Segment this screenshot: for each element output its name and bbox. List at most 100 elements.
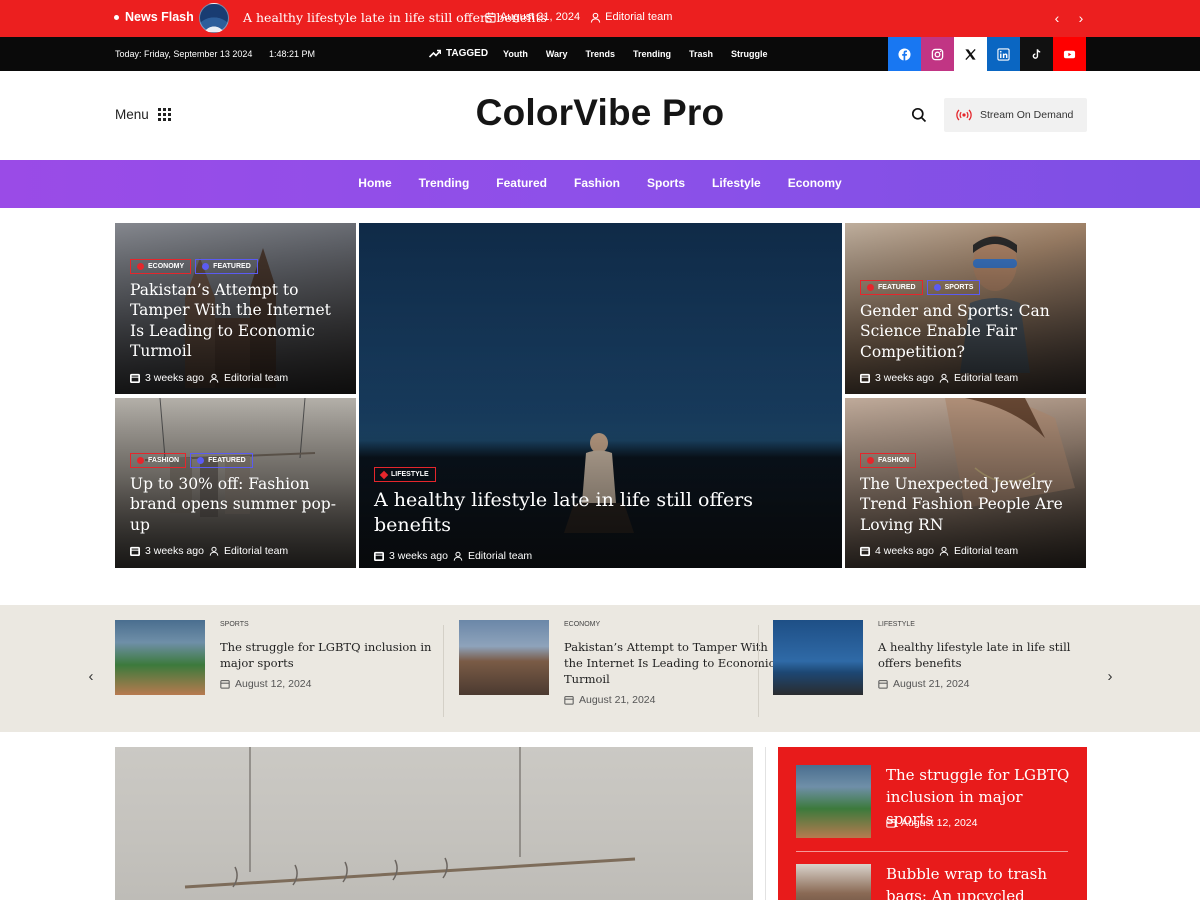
slider-item[interactable]: SPORTS The struggle for LGBTQ inclusion … [115, 620, 435, 720]
baseball-thumbnail[interactable] [796, 765, 871, 838]
slider-next-button[interactable]: › [1102, 665, 1118, 689]
calendar-icon [886, 819, 896, 828]
side-post-item[interactable]: Bubble wrap to trash bags: An upcycled f… [796, 864, 1076, 900]
calendar-icon [860, 374, 870, 384]
stream-on-demand-button[interactable]: Stream On Demand [944, 98, 1087, 132]
youtube-link[interactable] [1053, 37, 1086, 71]
nav-item-lifestyle[interactable]: Lifestyle [712, 176, 761, 190]
hero-card-fashion[interactable]: FASHION FEATURED Up to 30% off: Fashion … [115, 398, 356, 568]
slider-item[interactable]: ECONOMY Pakistan’s Attempt to Tamper Wit… [459, 620, 779, 720]
user-icon [453, 551, 463, 561]
nav-item-featured[interactable]: Featured [496, 176, 547, 190]
calendar-icon [130, 373, 140, 383]
x-icon [965, 48, 976, 60]
column-divider [765, 747, 766, 900]
tag-link[interactable]: Trending [633, 49, 671, 59]
fashion-thumbnail[interactable] [796, 864, 871, 900]
slider-date-text: August 12, 2024 [235, 678, 312, 690]
tag-link[interactable]: Trash [689, 49, 713, 59]
slider-title[interactable]: Pakistan’s Attempt to Tamper With the In… [564, 639, 779, 687]
tagged-label-text: TAGGED [446, 48, 489, 59]
category-badge[interactable]: FASHION [130, 453, 187, 468]
lifestyle-thumbnail[interactable] [773, 620, 863, 695]
category-badge[interactable]: SPORTS [926, 280, 981, 295]
category-badge[interactable]: FEATURED [195, 259, 258, 274]
hero-card-time: 3 weeks ago [389, 550, 448, 563]
side-post-title[interactable]: Bubble wrap to trash bags: An upcycled f… [886, 864, 1071, 900]
featured-large-image[interactable] [115, 747, 753, 900]
hero-card-meta: 3 weeks ago Editorial team [130, 372, 344, 384]
hero-card-title[interactable]: The Unexpected Jewelry Trend Fashion Peo… [860, 474, 1074, 535]
search-icon[interactable] [911, 107, 927, 123]
hero-card-author[interactable]: Editorial team [954, 372, 1018, 384]
main-nav: Home Trending Featured Fashion Sports Li… [0, 160, 1200, 208]
tag-link[interactable]: Trends [586, 49, 616, 59]
menu-button[interactable]: Menu [115, 107, 171, 122]
chevron-left-icon[interactable]: ‹ [1050, 9, 1064, 27]
slider-date: August 12, 2024 [220, 678, 311, 690]
hero-card-title[interactable]: Pakistan’s Attempt to Tamper With the In… [130, 280, 344, 362]
slider-category[interactable]: ECONOMY [564, 621, 600, 628]
slider-title[interactable]: A healthy lifestyle late in life still o… [878, 639, 1093, 671]
tag-link[interactable]: Struggle [731, 49, 768, 59]
category-badge[interactable]: LIFESTYLE [374, 467, 436, 482]
nav-item-home[interactable]: Home [358, 176, 391, 190]
category-badge[interactable]: ECONOMY [130, 259, 192, 274]
hero-card-lifestyle[interactable]: LIFESTYLE A healthy lifestyle late in li… [359, 223, 842, 568]
hero-card-title[interactable]: A healthy lifestyle late in life still o… [374, 488, 830, 538]
hero-card-title[interactable]: Up to 30% off: Fashion brand opens summe… [130, 474, 344, 535]
news-flash-bar: News Flash A healthy lifestyle late in l… [0, 0, 1200, 37]
x-link[interactable] [954, 37, 987, 71]
calendar-icon [860, 547, 870, 557]
tiktok-link[interactable] [1020, 37, 1053, 71]
category-badge[interactable]: FASHION [860, 453, 917, 468]
calendar-icon [485, 11, 496, 23]
slider-item[interactable]: LIFESTYLE A healthy lifestyle late in li… [773, 620, 1093, 720]
hero-card-economy[interactable]: ECONOMY FEATURED Pakistan’s Attempt to T… [115, 223, 356, 394]
news-flash-author[interactable]: Editorial team [605, 11, 672, 23]
tagged-label: TAGGED [429, 48, 488, 59]
tag-link[interactable]: Wary [546, 49, 568, 59]
baseball-thumbnail[interactable] [115, 620, 205, 695]
post-slider: SPORTS The struggle for LGBTQ inclusion … [0, 605, 1200, 732]
slider-date: August 21, 2024 [878, 678, 969, 690]
slider-divider [758, 625, 759, 717]
nav-item-sports[interactable]: Sports [647, 176, 685, 190]
side-post-item[interactable]: The struggle for LGBTQ inclusion in majo… [796, 765, 1076, 845]
slider-title[interactable]: The struggle for LGBTQ inclusion in majo… [220, 639, 435, 671]
instagram-link[interactable] [921, 37, 954, 71]
hero-card-author[interactable]: Editorial team [224, 545, 288, 557]
news-flash-thumbnail[interactable] [199, 3, 229, 33]
hero-card-time: 3 weeks ago [145, 545, 204, 558]
slider-date-text: August 21, 2024 [579, 694, 656, 706]
current-time: 1:48:21 PM [269, 49, 316, 59]
hero-card-author[interactable]: Editorial team [954, 545, 1018, 557]
hero-card-title[interactable]: Gender and Sports: Can Science Enable Fa… [860, 301, 1074, 362]
current-date: Today: Friday, September 13 2024 [115, 49, 253, 59]
hero-card-sports[interactable]: FEATURED SPORTS Gender and Sports: Can S… [845, 223, 1086, 394]
building-thumbnail[interactable] [459, 620, 549, 695]
linkedin-link[interactable] [987, 37, 1020, 71]
tag-link[interactable]: Youth [503, 49, 528, 59]
site-title[interactable]: ColorVibe Pro [400, 92, 800, 134]
hero-card-jewelry[interactable]: FASHION The Unexpected Jewelry Trend Fas… [845, 398, 1086, 568]
chevron-right-icon[interactable]: › [1074, 9, 1088, 27]
slider-prev-button[interactable]: ‹ [83, 665, 99, 689]
category-badge[interactable]: FEATURED [860, 280, 923, 295]
facebook-link[interactable] [888, 37, 921, 71]
hero-card-author[interactable]: Editorial team [468, 550, 532, 562]
hero-card-author[interactable]: Editorial team [224, 372, 288, 384]
nav-item-trending[interactable]: Trending [419, 176, 470, 190]
social-links [888, 37, 1086, 71]
user-icon [209, 373, 219, 383]
slider-category[interactable]: LIFESTYLE [878, 621, 915, 628]
category-badge[interactable]: FEATURED [190, 453, 253, 468]
user-icon [939, 374, 949, 383]
nav-item-fashion[interactable]: Fashion [574, 176, 620, 190]
nav-item-economy[interactable]: Economy [788, 176, 842, 190]
news-flash-meta: August 21, 2024 Editorial team [485, 11, 672, 23]
calendar-icon [878, 680, 888, 689]
slider-date-text: August 21, 2024 [893, 678, 970, 690]
slider-category[interactable]: SPORTS [220, 621, 249, 628]
broadcast-icon [956, 109, 972, 121]
